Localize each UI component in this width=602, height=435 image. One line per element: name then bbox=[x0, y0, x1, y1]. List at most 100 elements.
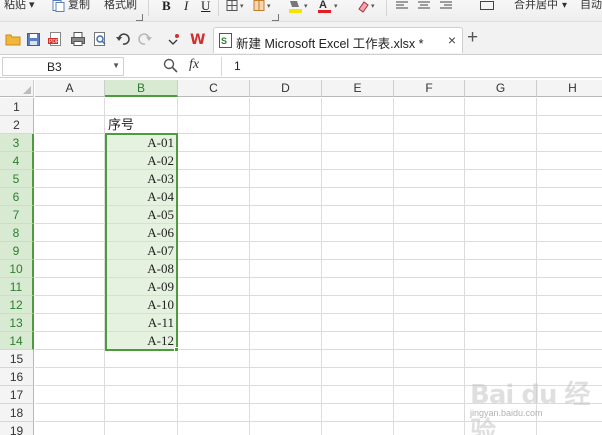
cell-g14[interactable] bbox=[465, 332, 537, 350]
close-tab-icon[interactable]: × bbox=[448, 32, 456, 48]
cell-h5[interactable] bbox=[537, 170, 602, 188]
tab-document[interactable]: S 新建 Microsoft Excel 工作表.xlsx * × bbox=[213, 27, 463, 53]
cell-c7[interactable] bbox=[178, 206, 250, 224]
cell-h10[interactable] bbox=[537, 260, 602, 278]
row-header-14[interactable]: 14 bbox=[0, 332, 34, 350]
cell-b3[interactable]: A-01 bbox=[105, 134, 178, 152]
paste-button[interactable]: 粘贴 ▾ bbox=[4, 0, 35, 13]
cell-f14[interactable] bbox=[394, 332, 465, 350]
cell-f6[interactable] bbox=[394, 188, 465, 206]
cell-e19[interactable] bbox=[322, 422, 394, 435]
cell-f18[interactable] bbox=[394, 404, 465, 422]
cell-d6[interactable] bbox=[250, 188, 322, 206]
cell-e18[interactable] bbox=[322, 404, 394, 422]
cell-c6[interactable] bbox=[178, 188, 250, 206]
cell-e16[interactable] bbox=[322, 368, 394, 386]
cell-e3[interactable] bbox=[322, 134, 394, 152]
cell-g4[interactable] bbox=[465, 152, 537, 170]
open-folder-icon[interactable] bbox=[5, 31, 21, 47]
cell-c14[interactable] bbox=[178, 332, 250, 350]
cell-e6[interactable] bbox=[322, 188, 394, 206]
row-header-3[interactable]: 3 bbox=[0, 134, 34, 152]
cell-b1[interactable] bbox=[105, 98, 178, 116]
row-header-5[interactable]: 5 bbox=[0, 170, 34, 188]
cell-c15[interactable] bbox=[178, 350, 250, 368]
cell-e13[interactable] bbox=[322, 314, 394, 332]
column-header-d[interactable]: D bbox=[250, 80, 322, 97]
insert-function-button[interactable]: fx bbox=[189, 57, 199, 73]
row-header-17[interactable]: 17 bbox=[0, 386, 34, 404]
cell-d15[interactable] bbox=[250, 350, 322, 368]
cell-f13[interactable] bbox=[394, 314, 465, 332]
cell-b12[interactable]: A-10 bbox=[105, 296, 178, 314]
cell-h7[interactable] bbox=[537, 206, 602, 224]
cell-d1[interactable] bbox=[250, 98, 322, 116]
cell-b6[interactable]: A-04 bbox=[105, 188, 178, 206]
cell-h1[interactable] bbox=[537, 98, 602, 116]
cell-d4[interactable] bbox=[250, 152, 322, 170]
print-icon[interactable] bbox=[70, 31, 86, 47]
cell-c17[interactable] bbox=[178, 386, 250, 404]
cell-b5[interactable]: A-03 bbox=[105, 170, 178, 188]
column-header-a[interactable]: A bbox=[35, 80, 105, 97]
cell-d5[interactable] bbox=[250, 170, 322, 188]
cell-h15[interactable] bbox=[537, 350, 602, 368]
italic-button[interactable]: I bbox=[184, 0, 188, 12]
cell-g15[interactable] bbox=[465, 350, 537, 368]
cell-a1[interactable] bbox=[35, 98, 105, 116]
cell-f4[interactable] bbox=[394, 152, 465, 170]
cell-a17[interactable] bbox=[35, 386, 105, 404]
format-painter-button[interactable]: 格式刷 bbox=[104, 0, 137, 13]
cell-a12[interactable] bbox=[35, 296, 105, 314]
row-header-6[interactable]: 6 bbox=[0, 188, 34, 206]
font-group-launcher[interactable] bbox=[272, 14, 279, 21]
cell-d17[interactable] bbox=[250, 386, 322, 404]
save-icon[interactable] bbox=[26, 31, 42, 47]
cell-b14[interactable]: A-12 bbox=[105, 332, 178, 350]
merge-cells-icon[interactable] bbox=[480, 0, 494, 14]
cell-c3[interactable] bbox=[178, 134, 250, 152]
chevron-down-icon[interactable]: ▼ bbox=[112, 61, 120, 70]
row-header-11[interactable]: 11 bbox=[0, 278, 34, 296]
cell-c13[interactable] bbox=[178, 314, 250, 332]
cell-e2[interactable] bbox=[322, 116, 394, 134]
cell-f15[interactable] bbox=[394, 350, 465, 368]
cell-e1[interactable] bbox=[322, 98, 394, 116]
cell-g7[interactable] bbox=[465, 206, 537, 224]
align-left-icon[interactable] bbox=[396, 0, 408, 14]
borders-icon[interactable]: ▾ bbox=[226, 0, 248, 15]
cell-d13[interactable] bbox=[250, 314, 322, 332]
cell-h9[interactable] bbox=[537, 242, 602, 260]
cell-g2[interactable] bbox=[465, 116, 537, 134]
cell-c18[interactable] bbox=[178, 404, 250, 422]
cell-f17[interactable] bbox=[394, 386, 465, 404]
cell-h3[interactable] bbox=[537, 134, 602, 152]
underline-button[interactable]: U bbox=[201, 0, 210, 12]
row-header-9[interactable]: 9 bbox=[0, 242, 34, 260]
cell-e17[interactable] bbox=[322, 386, 394, 404]
zoom-function-icon[interactable] bbox=[163, 58, 179, 77]
cell-a13[interactable] bbox=[35, 314, 105, 332]
cell-a10[interactable] bbox=[35, 260, 105, 278]
redo-icon[interactable] bbox=[137, 31, 153, 47]
cell-b15[interactable] bbox=[105, 350, 178, 368]
cell-b16[interactable] bbox=[105, 368, 178, 386]
cell-g5[interactable] bbox=[465, 170, 537, 188]
fill-color-icon[interactable]: ▾ bbox=[288, 0, 314, 17]
customize-quick-access-icon[interactable] bbox=[166, 31, 182, 47]
column-header-b[interactable]: B bbox=[105, 80, 178, 97]
column-header-f[interactable]: F bbox=[394, 80, 465, 97]
cell-f3[interactable] bbox=[394, 134, 465, 152]
cell-b17[interactable] bbox=[105, 386, 178, 404]
cell-e10[interactable] bbox=[322, 260, 394, 278]
fill-handle[interactable] bbox=[174, 347, 179, 352]
cell-h4[interactable] bbox=[537, 152, 602, 170]
cell-b19[interactable] bbox=[105, 422, 178, 435]
row-header-4[interactable]: 4 bbox=[0, 152, 34, 170]
cell-c16[interactable] bbox=[178, 368, 250, 386]
cell-c4[interactable] bbox=[178, 152, 250, 170]
cell-h6[interactable] bbox=[537, 188, 602, 206]
cell-b7[interactable]: A-05 bbox=[105, 206, 178, 224]
cell-g11[interactable] bbox=[465, 278, 537, 296]
cell-h14[interactable] bbox=[537, 332, 602, 350]
